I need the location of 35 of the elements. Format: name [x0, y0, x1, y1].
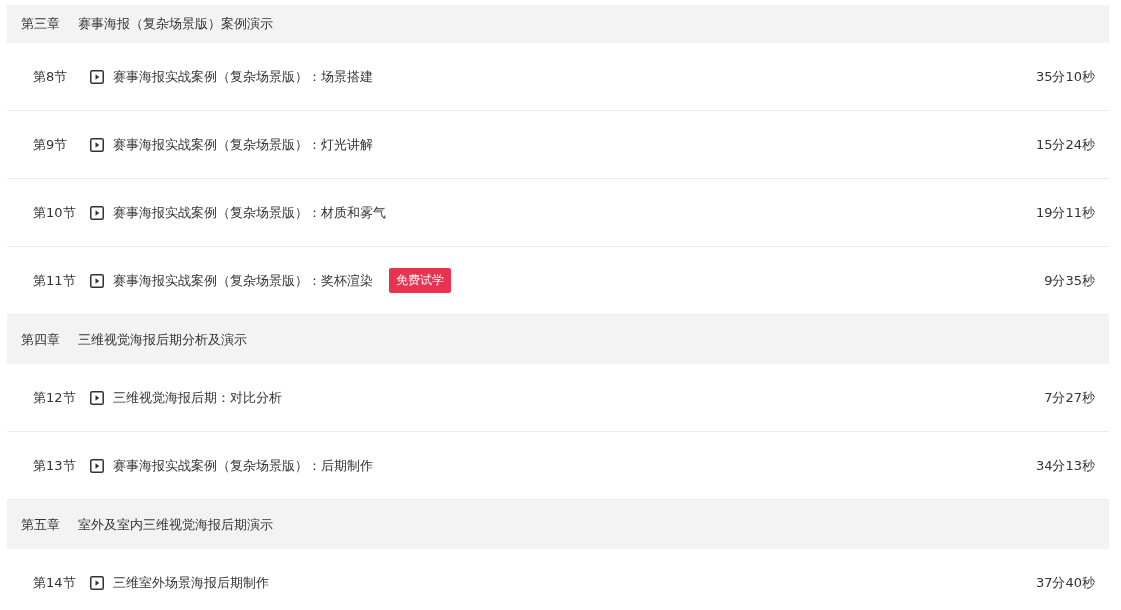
lesson-title[interactable]: 赛事海报实战案例（复杂场景版）：材质和雾气	[113, 203, 386, 222]
play-icon	[90, 137, 104, 152]
lesson-title[interactable]: 三维视觉海报后期：对比分析	[113, 388, 282, 407]
lesson-title[interactable]: 赛事海报实战案例（复杂场景版）：场景搭建	[113, 67, 373, 86]
chapter-title: 赛事海报（复杂场景版）案例演示	[78, 15, 273, 33]
chapter-number: 第四章	[21, 330, 60, 349]
lesson-number: 第9节	[33, 135, 69, 154]
lesson-number: 第8节	[33, 67, 69, 86]
lesson-duration: 34分13秒	[1035, 456, 1095, 475]
lesson-duration: 15分24秒	[1035, 135, 1095, 154]
lesson-number: 第12节	[33, 388, 77, 407]
free-trial-badge: 免费试学	[389, 268, 451, 293]
play-icon	[90, 69, 104, 84]
play-icon	[90, 458, 104, 473]
lesson-duration: 7分27秒	[1044, 388, 1095, 407]
lesson-title[interactable]: 赛事海报实战案例（复杂场景版）：灯光讲解	[113, 135, 373, 154]
lesson-number: 第11节	[33, 271, 77, 290]
lesson-number: 第13节	[33, 456, 77, 475]
lesson-title[interactable]: 赛事海报实战案例（复杂场景版）：后期制作	[113, 456, 373, 475]
lesson-title[interactable]: 三维室外场景海报后期制作	[113, 573, 269, 592]
play-icon	[90, 575, 104, 590]
chapter-number: 第五章	[21, 515, 60, 534]
chapter-number: 第三章	[21, 15, 60, 33]
play-icon	[90, 390, 104, 405]
chapter-title: 室外及室内三维视觉海报后期演示	[78, 515, 273, 534]
lesson-duration: 9分35秒	[1044, 271, 1095, 290]
lesson-duration: 19分11秒	[1035, 203, 1095, 222]
play-icon	[90, 205, 104, 220]
lesson-title[interactable]: 赛事海报实战案例（复杂场景版）：奖杯渲染	[113, 271, 373, 290]
lesson-number: 第14节	[33, 573, 77, 592]
lesson-number: 第10节	[33, 203, 77, 222]
play-icon	[90, 273, 104, 288]
lesson-duration: 37分40秒	[1035, 573, 1095, 592]
lesson-duration: 35分10秒	[1035, 67, 1095, 86]
chapter-title: 三维视觉海报后期分析及演示	[78, 330, 247, 349]
